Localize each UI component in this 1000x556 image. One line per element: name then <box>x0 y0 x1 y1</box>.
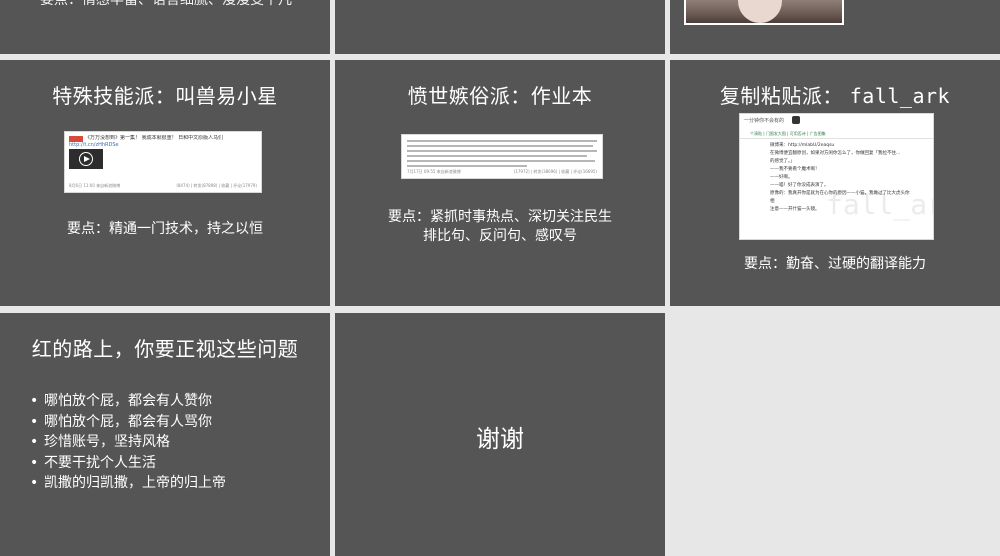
divider <box>740 138 933 139</box>
title-handle: fall_ark <box>849 84 951 108</box>
issues-list: 哪怕放个屁，都会有人赞你 哪怕放个屁，都会有人骂你 珍惜账号，坚持风格 不要干扰… <box>30 391 226 494</box>
play-icon <box>79 152 93 166</box>
keypoint-line-2: 排比句、反问句、感叹号 <box>423 228 577 244</box>
slide-issues[interactable]: 红的路上，你要正视这些问题 哪怕放个屁，都会有人赞你 哪怕放个屁，都会有人骂你 … <box>0 313 330 556</box>
slide-title: 特殊技能派：叫兽易小星 <box>52 84 278 108</box>
thanks-text: 谢谢 <box>476 425 524 453</box>
essay-text-line <box>407 140 597 142</box>
slide-cynic[interactable]: 愤世嫉俗派：作业本 7月17日 09:55 来自新浪微博 (17972) | 转… <box>335 60 665 306</box>
photo-figure <box>738 0 782 23</box>
slide-special-skill[interactable]: 特殊技能派：叫兽易小星 《万万没想到》第一集！ 我成本就很重！ 日和中文原版人马… <box>0 60 330 306</box>
list-item: 不要干扰个人生活 <box>30 453 226 474</box>
essay-text-line <box>407 150 597 152</box>
body-line: 的感觉了。」 <box>770 159 795 164</box>
keypoint-text: 要点：紧抓时事热点、深切关注民生 排比句、反问句、感叹号 <box>335 208 665 246</box>
weibo-screenshot: 《万万没想到》第一集！ 我成本就很重！ 日和中文原版人马们 http://t.c… <box>64 131 262 193</box>
title-prefix: 复制粘贴派： <box>719 84 843 108</box>
body-line: 微博来：http://mlabU/2eaqsu <box>770 143 835 148</box>
watermark: fall_ark <box>826 188 933 221</box>
cat-icon <box>792 116 800 124</box>
slide-title: 红的路上，你要正视这些问题 <box>31 337 299 361</box>
body-line: ——我不要看个魔术啊！ <box>770 167 820 172</box>
essay-screenshot: 7月17日 09:55 来自新浪微博 (17972) | 转发(38696) |… <box>401 134 603 179</box>
slide-title: 愤世嫉俗派：作业本 <box>407 84 593 108</box>
keypoint-text: 要点：精通一门技术，持之以恒 <box>67 221 263 237</box>
essay-footer: 7月17日 09:55 来自新浪微博 (17972) | 转发(38696) |… <box>407 169 597 175</box>
slide-top-left[interactable]: 要点：情感丰富、语言细腻、漫漫变平凡 <box>0 0 330 54</box>
list-item: 哪怕放个屁，都会有人骂你 <box>30 412 226 433</box>
list-item: 凯撒的归凯撒，上帝的归上帝 <box>30 473 226 494</box>
weibo-post-text: 《万万没想到》第一集！ 我成本就很重！ 日和中文原版人马们 <box>85 135 224 141</box>
top-right-photo <box>684 0 844 25</box>
douban-screenshot: 一分钟你不会有的 个演贴 | 门图发大图 | 可用否诗 | 广告图集 微博来：h… <box>739 113 934 240</box>
body-line: 在微博便宜翻原创，如果对方闲你怎么了，你做回复「我拉不住... <box>770 151 901 156</box>
essay-text-line <box>407 145 593 147</box>
top-left-partial-text: 要点：情感丰富、语言细腻、漫漫变平凡 <box>40 0 292 8</box>
douban-header: 一分钟你不会有的 <box>744 118 785 124</box>
weibo-footer: 8月6日 11:00 来自新浪微博 (8474) | 转发(87898) | 收… <box>69 183 257 189</box>
essay-text-line <box>407 155 587 157</box>
list-item: 哪怕放个屁，都会有人赞你 <box>30 391 226 412</box>
weibo-footer-left: 8月6日 11:00 来自新浪微博 <box>69 183 121 188</box>
keypoint-line-1: 要点：紧抓时事热点、深切关注民生 <box>388 209 612 225</box>
slide-title: 复制粘贴派： fall_ark <box>670 80 1000 109</box>
douban-nav: 个演贴 | 门图发大图 | 可用否诗 | 广告图集 <box>750 131 826 136</box>
slide-thanks[interactable]: 谢谢 <box>335 313 665 556</box>
list-item: 珍惜账号，坚持风格 <box>30 432 226 453</box>
slide-grid: 要点：情感丰富、语言细腻、漫漫变平凡 特殊技能派：叫兽易小星 《万万没想到》第一… <box>0 0 1000 556</box>
keypoint-text: 要点：勤奋、过硬的翻译能力 <box>744 256 926 272</box>
essay-text-line <box>407 160 595 162</box>
slide-top-middle[interactable] <box>335 0 665 54</box>
essay-footer-left: 7月17日 09:55 来自新浪微博 <box>407 169 461 174</box>
weibo-footer-right: (8474) | 转发(87898) | 收藏 | 评论(17979) <box>176 183 257 188</box>
body-line: ——好啊。 <box>770 175 793 180</box>
slide-copy-paste[interactable]: 复制粘贴派： fall_ark 一分钟你不会有的 个演贴 | 门图发大图 | 可… <box>670 60 1000 306</box>
video-thumbnail <box>69 149 103 169</box>
weibo-post-link: http://t.cn/zHhRDSe <box>69 142 119 148</box>
essay-text-line <box>407 165 527 167</box>
essay-footer-right: (17972) | 转发(38696) | 收藏 | 评论(16695) <box>513 169 597 174</box>
